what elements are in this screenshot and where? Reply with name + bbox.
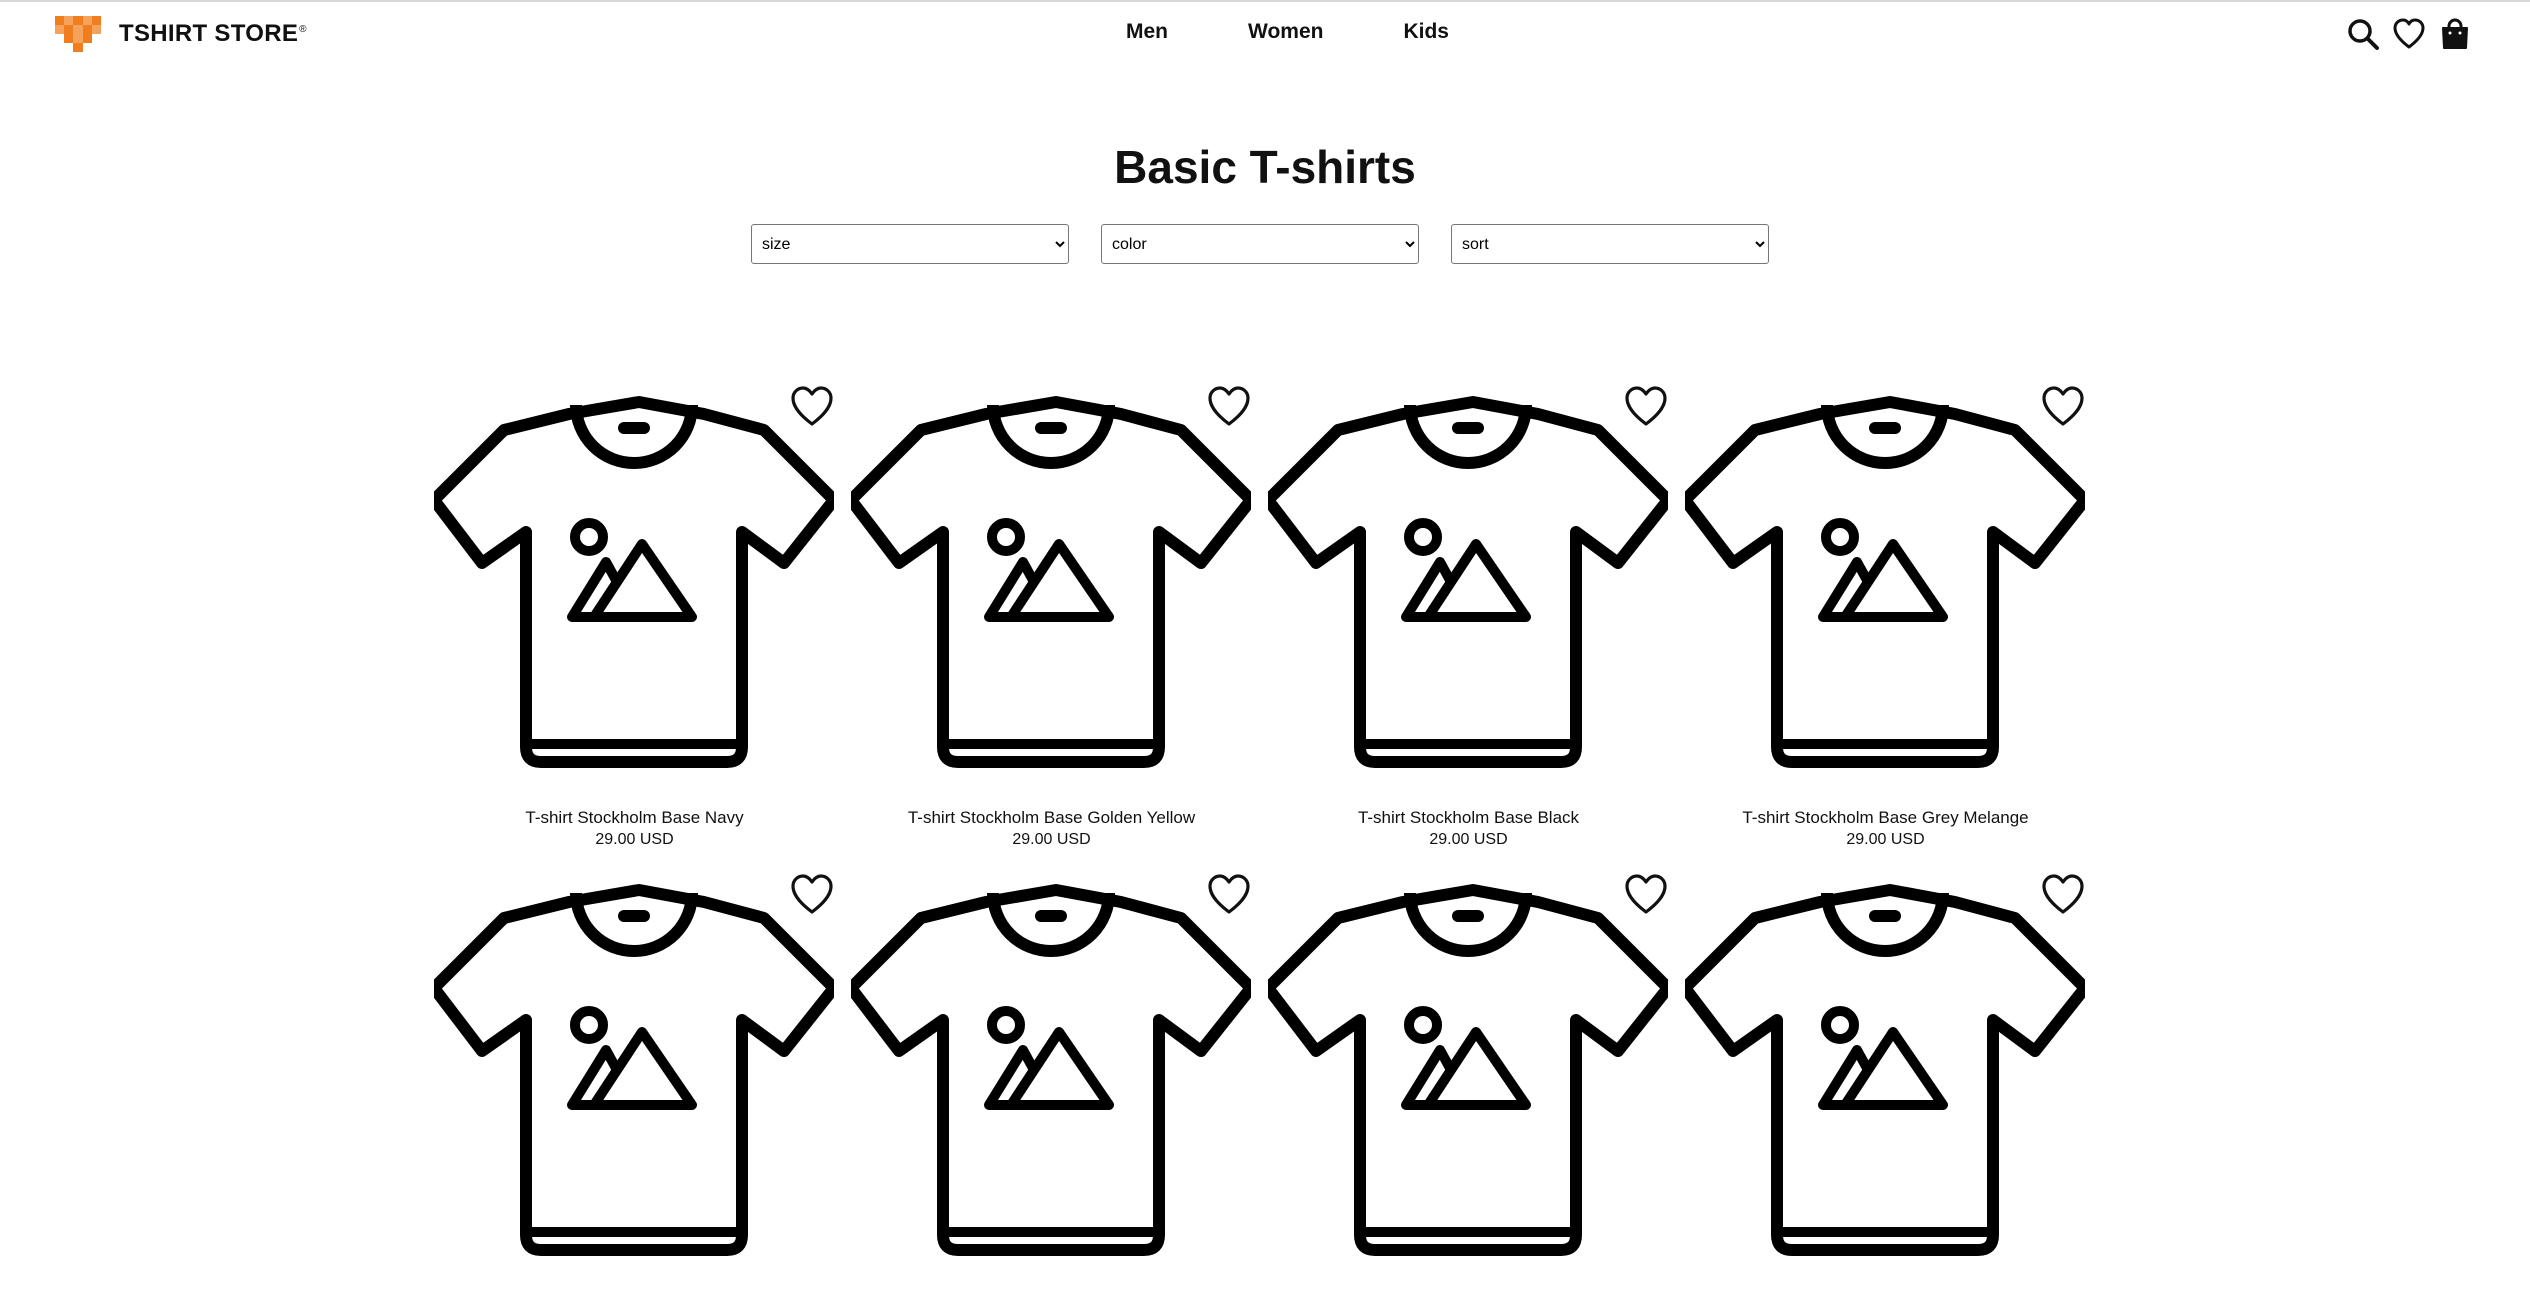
size-select[interactable]: size: [751, 224, 1069, 264]
wishlist-heart-icon[interactable]: [1623, 384, 1669, 430]
product-grid: T-shirt Stockholm Base Navy 29.00 USD T-…: [426, 372, 2096, 1310]
logo-pixel: [55, 16, 65, 25]
logo-pixel: [92, 43, 101, 52]
product-name[interactable]: T-shirt Stockholm Base Navy: [426, 808, 843, 828]
tshirt-placeholder-icon: [1685, 884, 2085, 1256]
product-name[interactable]: T-shirt Stockholm Base Grey Melange: [1677, 808, 2094, 828]
wishlist-heart-icon[interactable]: [2040, 872, 2086, 918]
product-price: 29.00 USD: [1429, 831, 1508, 848]
page-title: Basic T-shirts: [1114, 141, 1416, 193]
nav-women[interactable]: Women: [1248, 20, 1323, 44]
tshirt-placeholder-icon: [851, 884, 1251, 1256]
logo-pixel: [73, 34, 83, 43]
wishlist-heart-icon[interactable]: [2040, 384, 2086, 430]
heart-icon[interactable]: [2392, 17, 2426, 51]
color-select[interactable]: color: [1101, 224, 1419, 264]
wishlist-heart-icon[interactable]: [1206, 872, 1252, 918]
product-card[interactable]: T-shirt Stockholm Base Navy 29.00 USD: [426, 372, 843, 848]
product-card[interactable]: T-shirt Stockholm Base Grey Melange 29.0…: [1677, 372, 2094, 848]
product-name[interactable]: T-shirt Stockholm Base Black: [1260, 808, 1677, 828]
search-icon[interactable]: [2346, 17, 2380, 51]
logo-pixel: [92, 34, 101, 43]
product-card[interactable]: T-shirt Stockholm Base Golden Yellow 29.…: [843, 372, 1260, 848]
product-card[interactable]: T-shirt Stockholm Base Black 29.00 USD: [1260, 372, 1677, 848]
product-card[interactable]: [1677, 860, 2094, 1310]
main-nav: Men Women Kids: [1126, 20, 1449, 44]
logo-pixel: [91, 16, 101, 25]
shopping-bag-icon[interactable]: [2438, 17, 2472, 51]
tshirt-placeholder-icon: [1268, 884, 1668, 1256]
logo-mark-icon: [55, 16, 101, 52]
product-name[interactable]: T-shirt Stockholm Base Golden Yellow: [843, 808, 1260, 828]
tshirt-placeholder-icon: [434, 396, 834, 768]
tshirt-placeholder-icon: [1685, 396, 2085, 768]
filter-bar: size color sort: [751, 224, 1769, 264]
logo-pixel: [91, 25, 101, 34]
logo-pixel: [73, 43, 83, 52]
wishlist-heart-icon[interactable]: [789, 384, 835, 430]
logo-pixel: [82, 16, 92, 25]
logo-pixel: [73, 16, 83, 25]
logo-pixel: [55, 43, 64, 52]
product-price: 29.00 USD: [1012, 831, 1091, 848]
tshirt-placeholder-icon: [851, 396, 1251, 768]
top-border: [0, 0, 2530, 2]
logo-pixel: [55, 34, 64, 43]
product-price: 29.00 USD: [595, 831, 674, 848]
brand-text: TSHIRT STORE: [119, 20, 299, 47]
logo[interactable]: TSHIRT STORE®: [55, 16, 307, 52]
logo-pixel: [73, 25, 83, 34]
sort-select[interactable]: sort: [1451, 224, 1769, 264]
logo-pixel: [64, 34, 74, 43]
logo-pixel: [55, 25, 65, 34]
product-card[interactable]: [426, 860, 843, 1310]
product-card[interactable]: [843, 860, 1260, 1310]
logo-pixel: [83, 43, 92, 52]
nav-kids[interactable]: Kids: [1403, 20, 1449, 44]
tshirt-placeholder-icon: [1268, 396, 1668, 768]
wishlist-heart-icon[interactable]: [1206, 384, 1252, 430]
wishlist-heart-icon[interactable]: [789, 872, 835, 918]
header-icons: [2346, 17, 2472, 51]
trademark: ®: [299, 24, 307, 35]
logo-pixel: [82, 34, 92, 43]
product-card[interactable]: [1260, 860, 1677, 1310]
wishlist-heart-icon[interactable]: [1623, 872, 1669, 918]
nav-men[interactable]: Men: [1126, 20, 1168, 44]
logo-pixel: [64, 43, 73, 52]
product-price: 29.00 USD: [1846, 831, 1925, 848]
logo-pixel: [64, 16, 74, 25]
brand-name: TSHIRT STORE®: [119, 20, 307, 48]
logo-pixel: [64, 25, 74, 34]
logo-pixel: [82, 25, 92, 34]
tshirt-placeholder-icon: [434, 884, 834, 1256]
